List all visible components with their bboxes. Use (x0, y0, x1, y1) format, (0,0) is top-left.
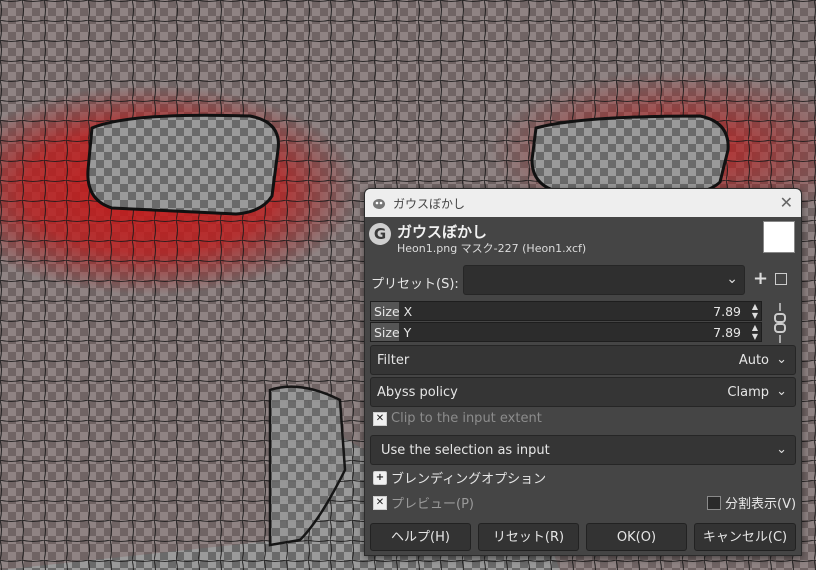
close-icon[interactable]: ✕ (780, 193, 793, 212)
size-y-value: 7.89 (713, 325, 741, 340)
blending-options-label: ブレンディングオプション (391, 472, 547, 487)
selection-input-value: Use the selection as input (381, 443, 550, 458)
chevron-down-icon: ⌄ (776, 442, 787, 457)
gimp-app-icon (373, 199, 385, 209)
preset-combo[interactable]: ⌄ (463, 265, 745, 295)
reset-button[interactable]: リセット(R) (478, 523, 579, 551)
size-x-value: 7.89 (713, 304, 741, 319)
expand-plus-icon: + (373, 470, 387, 485)
gaussian-blur-dialog: ガウスぼかし ✕ G ガウスぼかし Heon1.png マスク-227 (Heo… (364, 188, 802, 556)
window-title: ガウスぼかし (393, 196, 466, 211)
filter-header: G ガウスぼかし Heon1.png マスク-227 (Heon1.xcf) (365, 219, 801, 259)
abyss-policy-value: Clamp (727, 385, 769, 400)
gegl-filter-icon: G (369, 223, 391, 245)
preset-menu-icon[interactable] (775, 273, 787, 285)
filter-combo[interactable]: Filter Auto ⌄ (370, 345, 796, 375)
clip-extent-label: Clip to the input extent (391, 411, 542, 426)
clip-extent-checkbox[interactable]: ✕ Clip to the input extent (373, 411, 542, 426)
selection-input-combo[interactable]: Use the selection as input ⌄ (370, 435, 796, 465)
chevron-down-icon: ⌄ (776, 352, 787, 367)
preview-checkbox[interactable]: ✕ プレビュー(P) (373, 493, 474, 512)
split-view-label: 分割表示(V) (725, 497, 797, 512)
preview-label: プレビュー(P) (391, 497, 474, 512)
checkbox-checked-icon: ✕ (373, 411, 387, 426)
drawable-subtitle: Heon1.png マスク-227 (Heon1.xcf) (397, 242, 587, 255)
size-x-spinscale[interactable]: Size X 7.89 ▲ ▼ (370, 301, 762, 321)
cancel-button[interactable]: キャンセル(C) (694, 523, 796, 551)
add-preset-icon[interactable]: + (753, 268, 768, 289)
size-y-label: Size Y (374, 325, 412, 340)
size-x-stepper-icon[interactable]: ▲ ▼ (752, 302, 758, 320)
abyss-policy-combo[interactable]: Abyss policy Clamp ⌄ (370, 377, 796, 407)
window-titlebar[interactable]: ガウスぼかし ✕ (365, 189, 801, 217)
filter-title: ガウスぼかし (397, 223, 488, 241)
size-y-stepper-icon[interactable]: ▲ ▼ (752, 323, 758, 341)
help-button[interactable]: ヘルプ(H) (370, 523, 471, 551)
preset-label: プリセット(S): (371, 277, 459, 292)
filter-value: Auto (738, 353, 769, 368)
ok-button[interactable]: OK(O) (586, 523, 687, 551)
blending-options-expander[interactable]: + ブレンディングオプション (373, 468, 546, 487)
abyss-policy-label: Abyss policy (377, 385, 458, 400)
split-view-checkbox[interactable]: 分割表示(V) (707, 493, 796, 512)
checkbox-checked-icon: ✕ (373, 495, 387, 510)
size-x-label: Size X (374, 304, 413, 319)
chevron-down-icon: ⌄ (776, 384, 787, 399)
drawable-thumbnail (763, 221, 795, 253)
chain-link-icon[interactable] (773, 301, 787, 345)
chevron-down-icon: ⌄ (726, 271, 738, 287)
size-y-spinscale[interactable]: Size Y 7.89 ▲ ▼ (370, 322, 762, 342)
filter-label: Filter (377, 353, 410, 368)
checkbox-unchecked-icon (707, 495, 721, 510)
